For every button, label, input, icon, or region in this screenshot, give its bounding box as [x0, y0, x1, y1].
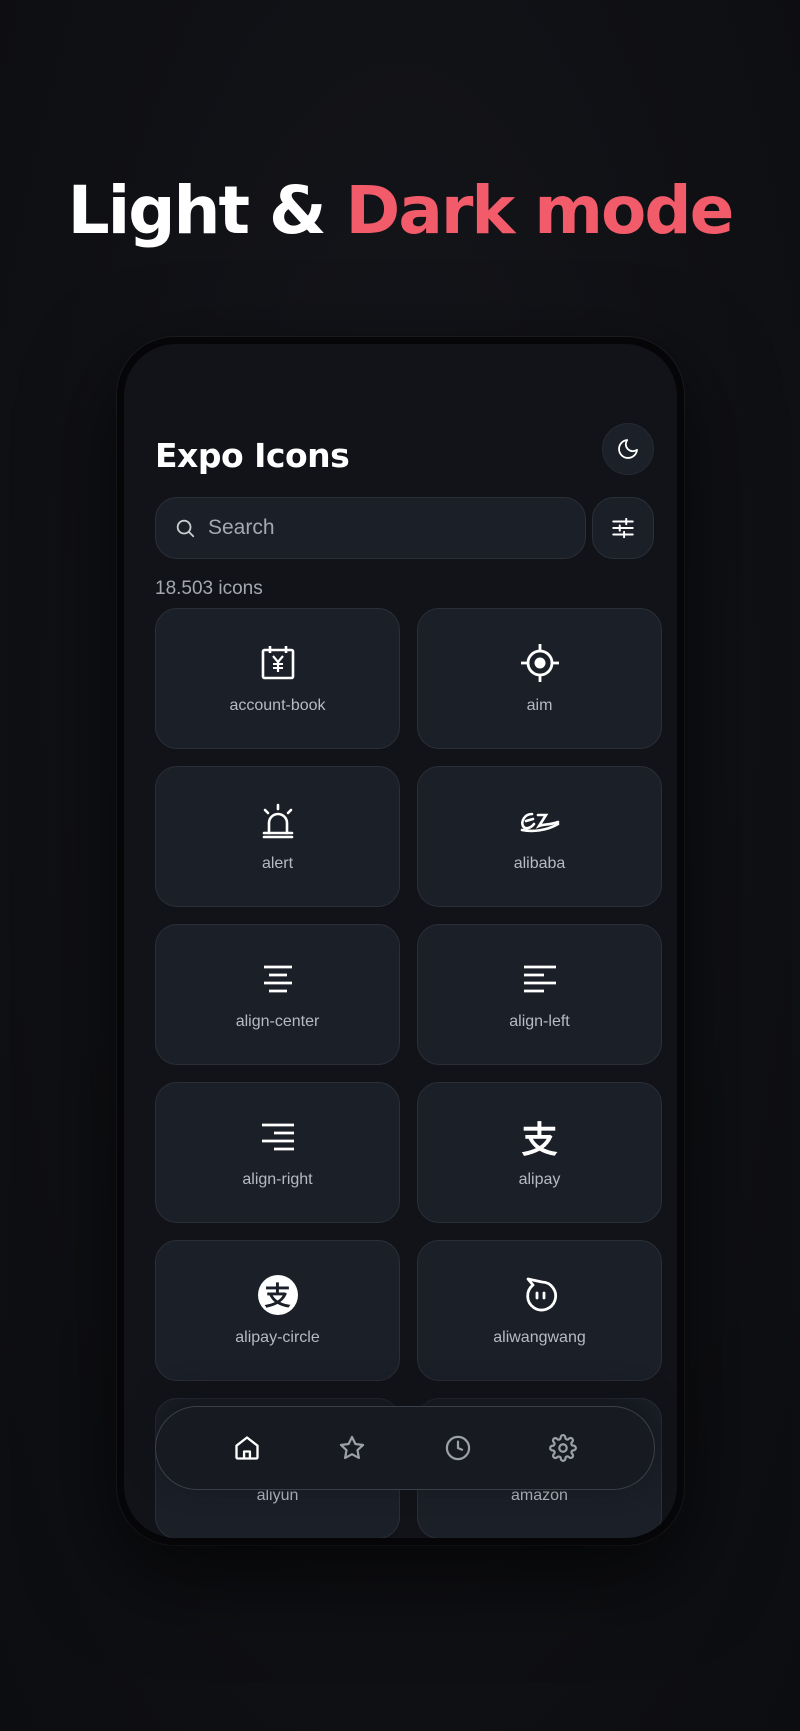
tab-history[interactable] [433, 1423, 483, 1473]
alipay-icon: 支 [521, 1119, 558, 1161]
tab-home[interactable] [222, 1423, 272, 1473]
icon-label: align-right [242, 1170, 313, 1188]
align-right-icon [261, 1123, 294, 1150]
app-screen: Expo Icons 18.503 icons [124, 344, 677, 1538]
icon-label: aim [526, 696, 553, 714]
headline-light: Light & [67, 172, 346, 249]
bottom-tab-bar [155, 1406, 655, 1490]
phone-frame: Expo Icons 18.503 icons [117, 337, 684, 1545]
moon-icon [618, 439, 638, 459]
tab-favorites[interactable] [327, 1423, 377, 1473]
icon-label: alipay-circle [235, 1328, 320, 1346]
search-input[interactable] [208, 516, 568, 540]
icon-card-alipay[interactable]: 支 alipay [417, 1082, 662, 1223]
search-icon [176, 519, 195, 538]
page-title: Expo Icons [155, 436, 350, 475]
search-field[interactable] [155, 497, 586, 559]
alipay-circle-icon: 支 [257, 1274, 298, 1315]
align-center-icon [263, 965, 292, 992]
icon-card-aim[interactable]: aim [417, 608, 662, 749]
icon-label: alert [261, 854, 294, 872]
account-book-icon [261, 645, 294, 679]
icon-label: aliwangwang [493, 1328, 586, 1346]
alert-icon [262, 803, 293, 838]
theme-toggle-button[interactable] [602, 423, 654, 475]
aim-icon [520, 643, 559, 682]
tab-settings[interactable] [538, 1423, 588, 1473]
icon-label: align-center [235, 1012, 320, 1030]
icon-label: align-left [509, 1012, 570, 1030]
align-left-icon [523, 965, 556, 992]
aliwangwang-icon [525, 1277, 557, 1311]
home-icon [235, 1436, 259, 1460]
alibaba-icon [520, 812, 559, 832]
icon-label: account-book [229, 696, 326, 714]
gear-icon [549, 1434, 578, 1462]
icon-card-alipay-circle[interactable]: 支 alipay-circle [155, 1240, 400, 1381]
icon-grid: account-book aim alert alibaba align-cen… [155, 608, 662, 1538]
icon-card-align-right[interactable]: align-right [155, 1082, 400, 1223]
clock-icon [445, 1435, 470, 1461]
icon-label: alibaba [513, 854, 566, 872]
icon-card-align-left[interactable]: align-left [417, 924, 662, 1065]
icon-card-account-book[interactable]: account-book [155, 608, 400, 749]
icon-card-alert[interactable]: alert [155, 766, 400, 907]
headline-dark: Dark mode [345, 172, 735, 249]
headline: Light & Dark mode [0, 172, 800, 249]
filter-button[interactable] [592, 497, 654, 559]
star-icon [340, 1435, 365, 1460]
icon-card-alibaba[interactable]: alibaba [417, 766, 662, 907]
alipay-glyph: 支 [264, 1282, 291, 1312]
icon-card-aliwangwang[interactable]: aliwangwang [417, 1240, 662, 1381]
icon-count: 18.503 icons [155, 578, 263, 599]
icon-card-align-center[interactable]: align-center [155, 924, 400, 1065]
icon-label: alipay [518, 1170, 561, 1188]
sliders-icon [612, 517, 634, 539]
